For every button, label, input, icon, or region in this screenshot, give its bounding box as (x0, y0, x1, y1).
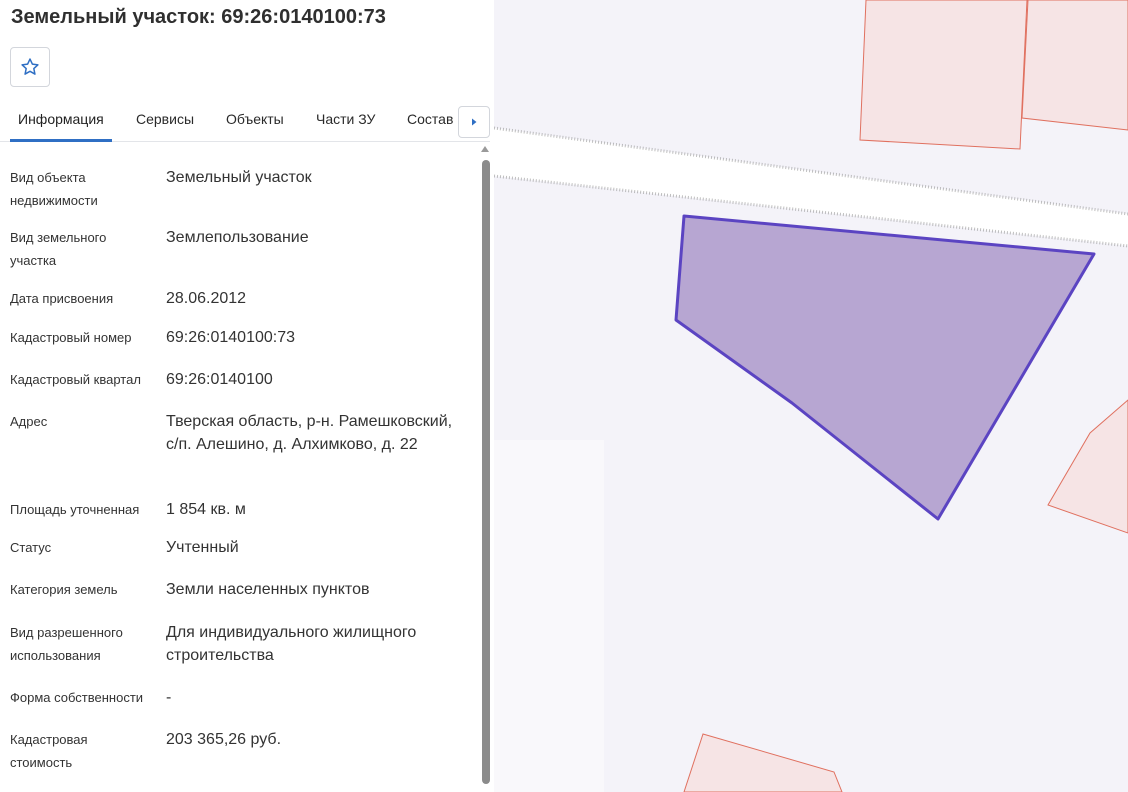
info-label: Вид объекта недвижимости (10, 170, 98, 208)
info-value: Учтенный (166, 539, 239, 556)
info-label: Площадь уточненная (10, 502, 140, 517)
favorite-button[interactable] (10, 47, 50, 87)
active-tab-indicator (10, 139, 112, 142)
tab-parcel-parts[interactable]: Части ЗУ (316, 111, 375, 127)
tabs-next-button[interactable] (458, 106, 490, 138)
info-value: 28.06.2012 (166, 290, 247, 307)
info-label: Статус (10, 540, 52, 555)
info-label: Вид разрешенного использования (10, 625, 123, 663)
info-label: Вид земельного участка (10, 230, 107, 268)
tab-composition[interactable]: Состав (407, 111, 453, 127)
info-value[interactable]: 69:26:0140100:73 (166, 327, 466, 350)
tab-services[interactable]: Сервисы (136, 111, 194, 127)
info-value: Для индивидуального жилищного строительс… (166, 624, 417, 664)
map-canvas[interactable] (494, 0, 1128, 792)
neighbor-parcel[interactable] (1021, 0, 1128, 131)
caret-right-icon (472, 118, 477, 126)
info-value: Земельный участок (166, 169, 312, 186)
page-title: Земельный участок: 69:26:0140100:73 (11, 6, 386, 28)
info-label: Дата присвоения (10, 291, 114, 306)
info-value: 1 854 кв. м (166, 501, 246, 518)
tab-bar: Информация Сервисы Объекты Части ЗУ Сост… (0, 100, 490, 142)
neighbor-parcel[interactable] (683, 733, 843, 792)
info-value: Земли населенных пунктов (166, 581, 370, 598)
info-label: Кадастровая стоимость (10, 732, 88, 770)
selected-parcel[interactable] (674, 214, 1096, 521)
tab-objects[interactable]: Объекты (226, 111, 284, 127)
neighbor-parcel[interactable] (859, 0, 1028, 150)
scrollbar-thumb[interactable] (482, 160, 490, 784)
info-value: Землепользование (166, 229, 309, 246)
info-label: Адрес (10, 414, 48, 429)
tab-information[interactable]: Информация (18, 111, 104, 127)
info-panel: Земельный участок: 69:26:0140100:73 Инфо… (0, 0, 494, 792)
info-value[interactable]: 69:26:0140100 (166, 369, 466, 392)
neighbor-parcel[interactable] (1047, 399, 1128, 534)
info-value: 203 365,26 руб. (166, 731, 282, 748)
scroll-up-arrow[interactable] (481, 146, 489, 152)
info-value: Тверская область, р-н. Рамешковский, с/п… (166, 413, 453, 453)
info-label: Категория земель (10, 582, 118, 597)
star-icon (21, 58, 39, 75)
info-value: - (166, 689, 172, 706)
info-label: Форма собственности (10, 690, 144, 705)
map-view[interactable] (494, 0, 1128, 792)
info-label: Кадастровый номер (10, 330, 132, 345)
info-label: Кадастровый квартал (10, 372, 141, 387)
map-light-area (494, 440, 604, 792)
